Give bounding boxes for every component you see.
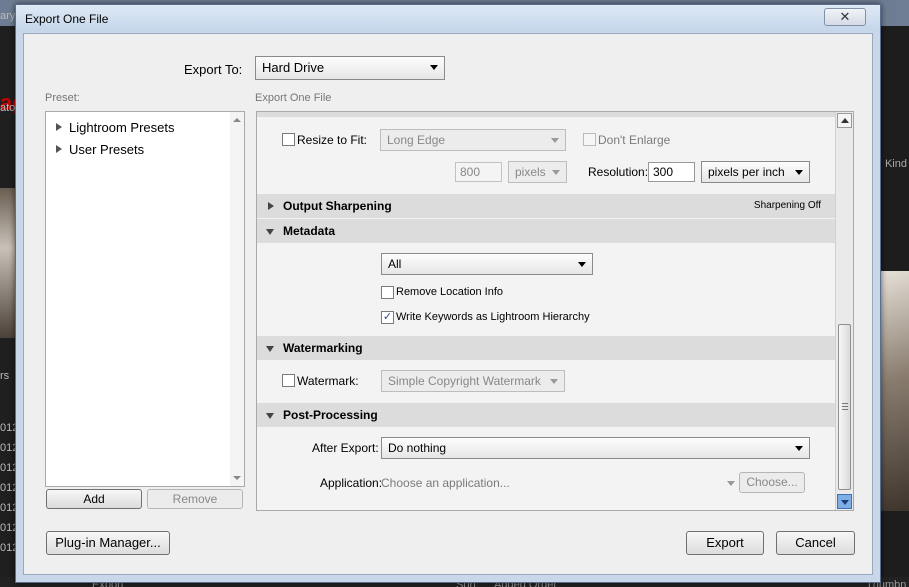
after-export-dropdown[interactable]: Do nothing: [381, 437, 810, 459]
bg-right-text: Kind: [884, 158, 907, 170]
export-button[interactable]: Export: [686, 531, 764, 555]
scroll-down-icon: [233, 476, 241, 480]
chevron-down-icon: [551, 138, 559, 143]
preset-folder-user[interactable]: User Presets: [56, 142, 144, 157]
application-label: Application:: [320, 476, 383, 490]
expand-arrow-icon: [268, 202, 274, 210]
export-settings-panel: Resize to Fit: Long Edge Don't Enlarge 8…: [256, 111, 854, 511]
section-header-watermarking[interactable]: Watermarking: [257, 336, 835, 360]
after-export-value: Do nothing: [388, 441, 447, 455]
size-input[interactable]: 800: [455, 162, 502, 182]
watermark-checkbox[interactable]: [282, 374, 295, 387]
watermark-value: Simple Copyright Watermark: [388, 374, 541, 388]
resize-mode-value: Long Edge: [387, 133, 446, 147]
resize-to-fit-checkbox[interactable]: [282, 133, 295, 146]
after-export-label: After Export:: [312, 441, 379, 455]
scroll-up-icon: [233, 118, 241, 122]
resize-to-fit-label: Resize to Fit:: [297, 133, 368, 147]
expand-arrow-icon: [56, 123, 62, 131]
preset-list[interactable]: Lightroom Presets User Presets: [45, 111, 245, 487]
resize-mode-dropdown[interactable]: Long Edge: [380, 129, 566, 151]
check-icon: ✓: [382, 311, 393, 323]
watermark-dropdown[interactable]: Simple Copyright Watermark: [381, 370, 565, 392]
arrow-down-icon: [841, 500, 849, 505]
chevron-down-icon: [430, 65, 438, 70]
settings-label: Export One File: [255, 92, 332, 104]
size-unit-dropdown[interactable]: pixels: [508, 161, 567, 183]
preset-folder-label: User Presets: [69, 142, 145, 157]
collapse-arrow-icon: [266, 346, 274, 352]
metadata-dropdown[interactable]: All: [381, 253, 593, 275]
chevron-down-icon: [550, 379, 558, 384]
preset-scrollbar[interactable]: [230, 112, 244, 486]
close-icon: ✕: [839, 9, 851, 24]
resolution-unit-dropdown[interactable]: pixels per inch: [701, 161, 810, 183]
section-title: Watermarking: [283, 341, 363, 355]
resolution-unit-value: pixels per inch: [708, 165, 785, 179]
scroll-up-button[interactable]: [837, 113, 852, 128]
chevron-down-icon: [552, 170, 560, 175]
sharpening-status: Sharpening Off: [753, 200, 821, 211]
preset-folder-lightroom[interactable]: Lightroom Presets: [56, 120, 175, 135]
application-field[interactable]: Choose an application...: [381, 476, 510, 490]
cancel-button[interactable]: Cancel: [776, 531, 855, 555]
plugin-manager-button[interactable]: Plug-in Manager...: [46, 531, 170, 555]
remove-preset-button[interactable]: Remove: [147, 489, 243, 509]
bg-left-text: rs: [0, 370, 10, 382]
remove-location-checkbox[interactable]: [381, 286, 394, 299]
resolution-input[interactable]: 300: [648, 162, 695, 182]
export-dialog: Export One File ✕ Export To: Hard Drive …: [15, 4, 881, 583]
collapse-arrow-icon: [266, 229, 274, 235]
choose-application-button[interactable]: Choose...: [739, 472, 805, 493]
dont-enlarge-label: Don't Enlarge: [598, 133, 671, 147]
size-unit-value: pixels: [515, 165, 546, 179]
collapse-arrow-icon: [266, 413, 274, 419]
scroll-thumb[interactable]: [838, 324, 851, 490]
chevron-down-icon: [578, 262, 586, 267]
watermark-label: Watermark:: [297, 374, 359, 388]
arrow-up-icon: [841, 118, 849, 123]
chevron-down-icon: [795, 170, 803, 175]
add-preset-button[interactable]: Add: [46, 489, 142, 509]
dialog-body: Export To: Hard Drive Preset: Export One…: [23, 33, 873, 575]
bg-right-photo: [879, 271, 909, 511]
section-title: Metadata: [283, 224, 336, 238]
chevron-down-icon[interactable]: [727, 481, 735, 486]
section-title: Output Sharpening: [283, 199, 392, 213]
write-keywords-checkbox[interactable]: ✓: [381, 311, 394, 324]
preset-folder-label: Lightroom Presets: [69, 120, 175, 135]
dont-enlarge-checkbox[interactable]: [583, 133, 596, 146]
close-button[interactable]: ✕: [824, 8, 866, 26]
preset-label: Preset:: [45, 92, 80, 104]
section-header-metadata[interactable]: Metadata: [257, 219, 835, 243]
export-to-label: Export To:: [184, 62, 243, 77]
section-header-output-sharpening[interactable]: Output Sharpening Sharpening Off: [257, 194, 835, 218]
metadata-value: All: [388, 257, 402, 271]
bg-left-text: ato: [0, 102, 16, 114]
write-keywords-label: Write Keywords as Lightroom Hierarchy: [396, 311, 590, 323]
resolution-label: Resolution:: [588, 165, 649, 179]
remove-location-label: Remove Location Info: [396, 286, 504, 298]
dialog-title: Export One File: [25, 12, 109, 26]
export-to-value: Hard Drive: [262, 60, 325, 75]
export-to-dropdown[interactable]: Hard Drive: [255, 56, 445, 80]
scroll-down-button[interactable]: [837, 494, 852, 509]
bg-left-text: ary: [0, 10, 16, 22]
background-right-panel: Kind: [879, 26, 909, 587]
dialog-titlebar[interactable]: Export One File ✕: [16, 5, 880, 31]
grip-icon: [842, 403, 848, 410]
section-header-image-sizing-partial[interactable]: [257, 112, 835, 117]
expand-arrow-icon: [56, 145, 62, 153]
chevron-down-icon: [795, 446, 803, 451]
settings-scrollbar[interactable]: [835, 112, 853, 510]
section-header-post-processing[interactable]: Post-Processing: [257, 403, 835, 427]
section-title: Post-Processing: [283, 408, 378, 422]
